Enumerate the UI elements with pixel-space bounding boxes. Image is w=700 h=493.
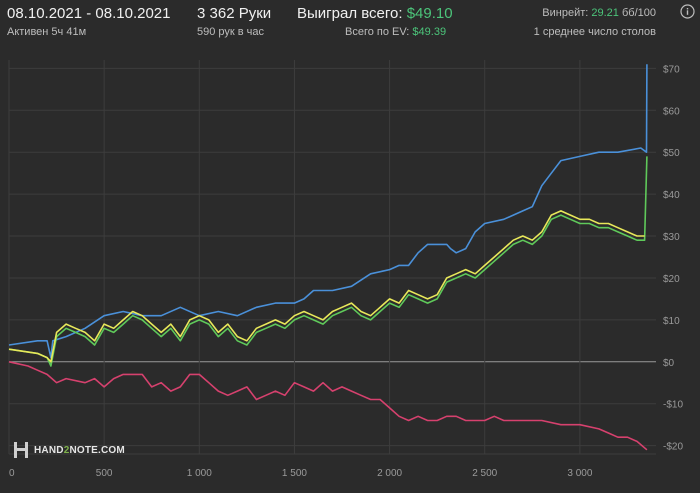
info-icon[interactable] (680, 4, 695, 24)
y-tick-label: $20 (663, 274, 680, 285)
total-won: Выиграл всего: $49.10 (297, 5, 453, 22)
winrate-value: 29.21 (591, 7, 619, 19)
winrate: Винрейт: 29.21 бб/100 (542, 7, 656, 19)
x-tick-label: 3 000 (567, 468, 592, 479)
total-won-label: Выиграл всего: (297, 5, 403, 22)
hands-per-hour: 590 рук в час (197, 26, 265, 38)
x-tick-label: 1 000 (187, 468, 212, 479)
y-tick-label: -$10 (663, 400, 683, 411)
hand2note-logo-text: HAND2NOTE.COM (34, 444, 125, 456)
y-tick-label: $10 (663, 316, 680, 327)
winrate-label: Винрейт: (542, 7, 589, 19)
total-won-value: $49.10 (406, 5, 453, 22)
profit-graph: $70 $60 $50 $40 $30 $20 $10 $0 -$10 -$20 0 500 1 000… (0, 50, 700, 488)
x-tick-label: 1 500 (282, 468, 307, 479)
y-tick-label: $70 (663, 64, 680, 75)
hand2note-logo-icon (14, 442, 28, 458)
profit-chart: $70 $60 $50 $40 $30 $20 $10 $0 -$10 -$20 0 500 1 000… (8, 60, 683, 479)
total-ev-label: Всего по EV: (345, 26, 410, 38)
info-icon-glyph (680, 4, 695, 19)
series-line-0 (8, 64, 648, 359)
y-tick-label: $50 (663, 148, 680, 159)
active-time: Активен 5ч 41м (7, 26, 87, 38)
y-tick-label: $60 (663, 106, 680, 117)
x-tick-label: 2 500 (472, 468, 497, 479)
y-tick-label: $40 (663, 190, 680, 201)
hands-count: 3 362 Руки (197, 5, 272, 22)
date-range: 08.10.2021 - 08.10.2021 (7, 5, 171, 22)
average-tables: 1 среднее число столов (533, 26, 656, 38)
x-tick-label: 0 (9, 468, 15, 479)
x-tick-label: 500 (96, 468, 113, 479)
total-ev: Всего по EV: $49.39 (345, 26, 446, 38)
series-line-1 (8, 156, 648, 367)
winrate-unit: бб/100 (621, 7, 656, 19)
hand2note-logo: HAND2NOTE.COM (14, 442, 125, 458)
x-tick-label: 2 000 (377, 468, 402, 479)
y-tick-label: $30 (663, 232, 680, 243)
series-line-3 (8, 361, 648, 451)
y-tick-label: -$20 (663, 442, 683, 453)
y-tick-label: $0 (663, 358, 675, 369)
session-summary-header: 08.10.2021 - 08.10.2021 Активен 5ч 41м 3… (0, 0, 700, 50)
total-ev-value: $49.39 (412, 26, 447, 38)
